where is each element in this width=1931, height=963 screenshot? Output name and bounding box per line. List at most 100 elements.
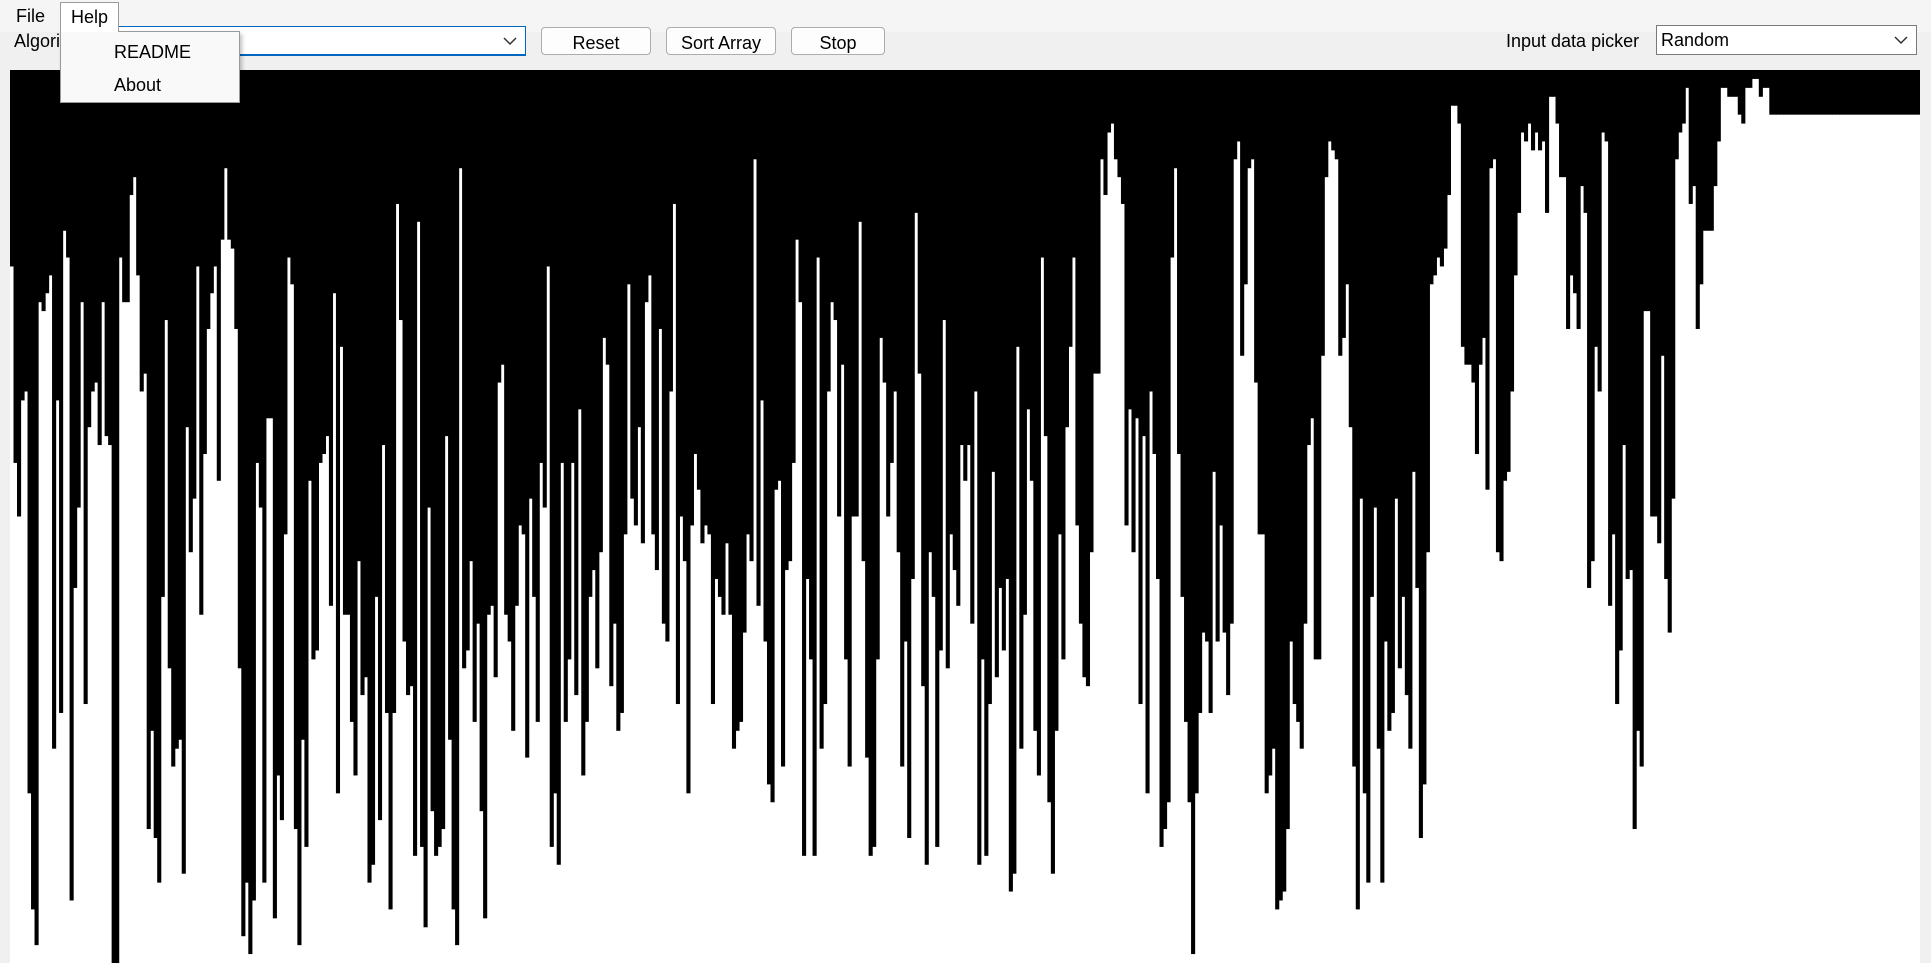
array-bar	[1734, 70, 1739, 97]
array-bar	[1772, 70, 1777, 115]
array-bar	[1054, 70, 1059, 731]
array-bar	[1811, 70, 1816, 115]
help-menu-item-about[interactable]: About	[61, 70, 239, 100]
array-bar	[1576, 70, 1581, 329]
array-bar	[931, 70, 936, 597]
array-bar	[493, 70, 498, 678]
array-bar	[1366, 70, 1371, 883]
array-bar	[1737, 70, 1742, 115]
array-bar	[76, 70, 81, 508]
array-bar	[20, 70, 25, 401]
array-bar	[1236, 70, 1241, 142]
array-bar	[139, 70, 144, 392]
array-bar	[973, 70, 978, 392]
array-bar	[654, 70, 659, 571]
input-data-picker-value: Random	[1661, 30, 1730, 50]
menu-help[interactable]: Help	[60, 2, 120, 32]
array-bar	[178, 70, 183, 740]
array-bar	[153, 70, 158, 838]
array-bar	[560, 70, 565, 463]
array-bar	[1587, 70, 1592, 588]
reset-button[interactable]: Reset	[541, 27, 651, 55]
array-bar	[1240, 70, 1245, 356]
array-bar	[605, 70, 610, 365]
array-bar	[1022, 70, 1027, 615]
array-bar	[959, 70, 964, 446]
array-bar	[434, 70, 439, 856]
array-bar	[766, 70, 772, 785]
array-bar	[1205, 70, 1210, 642]
array-bar	[1681, 70, 1686, 124]
array-bar	[406, 70, 411, 696]
array-bar	[805, 70, 810, 580]
array-bar	[1047, 70, 1052, 803]
array-bar	[1103, 70, 1108, 196]
array-bar	[458, 70, 463, 169]
array-bar	[1050, 70, 1055, 874]
array-bar	[1275, 70, 1280, 910]
array-bar	[94, 70, 99, 383]
array-bar	[1481, 70, 1487, 338]
array-bar	[956, 70, 961, 606]
array-bar	[27, 70, 32, 794]
array-bar	[1502, 70, 1508, 481]
array-bar	[1208, 70, 1213, 713]
array-bar	[276, 70, 281, 776]
array-bar	[539, 70, 544, 463]
array-bar	[216, 70, 221, 481]
array-bar	[1001, 70, 1006, 651]
array-bar	[479, 70, 484, 812]
array-bar	[80, 70, 85, 303]
array-bar	[1541, 70, 1546, 142]
array-bar	[455, 70, 460, 946]
array-bar	[45, 70, 50, 294]
array-bar	[518, 70, 523, 526]
array-bar	[861, 70, 866, 562]
input-data-picker-select[interactable]: Random	[1656, 25, 1917, 55]
array-bar	[696, 70, 701, 490]
array-bar	[1625, 70, 1630, 580]
array-bar	[258, 70, 263, 508]
array-bar	[69, 70, 74, 901]
array-bar	[1790, 70, 1795, 115]
array-bar	[1180, 70, 1185, 597]
array-bar	[1457, 70, 1462, 124]
array-bar	[1148, 70, 1154, 392]
array-bar	[1667, 70, 1672, 633]
array-bar	[1720, 70, 1725, 88]
array-bar	[1464, 70, 1469, 365]
array-bar	[1523, 70, 1529, 142]
array-bar	[700, 70, 705, 544]
array-bar	[392, 70, 397, 713]
array-bar	[879, 70, 884, 338]
array-bar	[1692, 70, 1697, 187]
array-bar	[1874, 70, 1879, 115]
array-bar	[1863, 70, 1869, 115]
array-bar	[1191, 70, 1196, 955]
stop-button[interactable]: Stop	[791, 27, 885, 55]
array-bar	[293, 70, 298, 830]
array-bar	[1029, 70, 1034, 481]
array-bar	[1839, 70, 1844, 115]
array-bar	[1338, 70, 1343, 356]
help-menu-item-readme[interactable]: README	[61, 37, 239, 67]
array-bar	[1299, 70, 1304, 749]
array-bar	[1453, 70, 1458, 106]
array-bar	[1401, 70, 1406, 597]
array-bar	[1254, 70, 1259, 383]
array-bar	[1352, 70, 1357, 767]
menu-file[interactable]: File	[6, 2, 55, 30]
array-bar	[1373, 70, 1378, 508]
array-bar	[1608, 70, 1613, 606]
sort-array-button[interactable]: Sort Array	[666, 27, 776, 55]
array-bar	[1513, 70, 1518, 276]
array-bar	[1566, 70, 1571, 329]
array-bar	[833, 70, 838, 321]
array-bar	[749, 70, 754, 562]
array-bar	[1716, 70, 1721, 142]
array-bar	[314, 70, 319, 651]
array-bar	[1902, 70, 1907, 115]
array-bar	[1758, 70, 1763, 97]
array-bar	[577, 70, 582, 410]
array-bar	[991, 70, 996, 472]
